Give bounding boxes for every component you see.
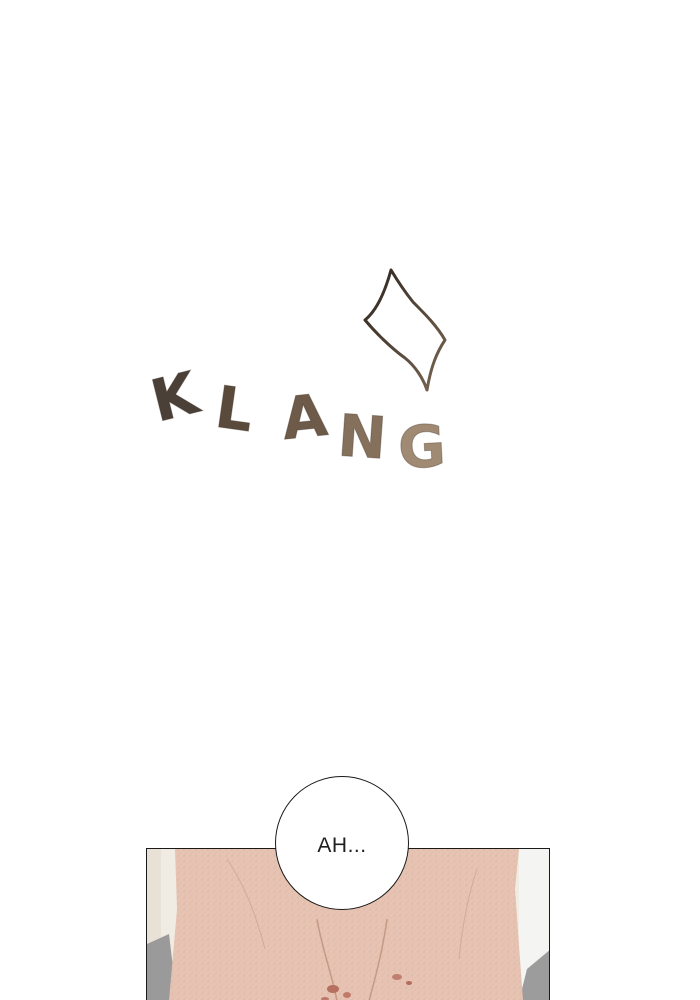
sfx-letter-g: G [396, 411, 448, 483]
speech-bubble: AH... [275, 776, 409, 910]
impact-sparkle-icon [363, 268, 447, 392]
sfx-letter-n: N [335, 401, 389, 473]
speech-bubble-text: AH... [317, 834, 367, 857]
sfx-letter-l: L [211, 372, 258, 446]
sfx-letter-k: K [144, 358, 205, 436]
sfx-letter-a: A [278, 380, 331, 454]
